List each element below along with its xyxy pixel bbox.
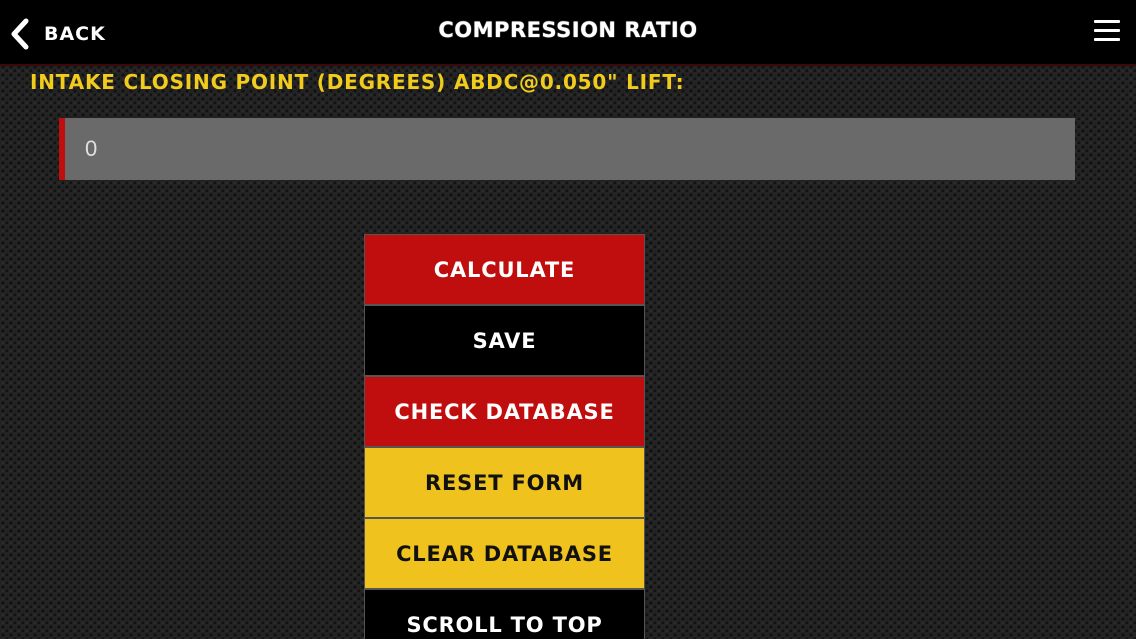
action-button-stack: Calculate Save Check Database Reset Form… [364, 234, 645, 639]
scroll-to-top-button[interactable]: Scroll To Top [364, 589, 645, 639]
app-header: Back Compression Ratio [0, 0, 1136, 66]
clear-database-button[interactable]: Clear Database [364, 518, 645, 589]
save-button[interactable]: Save [364, 305, 645, 376]
back-button[interactable]: Back [8, 14, 106, 54]
hamburger-menu-icon[interactable] [1094, 20, 1120, 46]
intake-closing-point-label: Intake Closing Point (Degrees) ABDC@0.05… [30, 70, 685, 94]
check-database-button[interactable]: Check Database [364, 376, 645, 447]
reset-form-button[interactable]: Reset Form [364, 447, 645, 518]
page-title: Compression Ratio [438, 18, 698, 42]
chevron-left-icon [11, 18, 29, 50]
calculate-button[interactable]: Calculate [364, 234, 645, 305]
back-label: Back [44, 23, 106, 45]
intake-closing-point-input[interactable] [59, 118, 1075, 180]
